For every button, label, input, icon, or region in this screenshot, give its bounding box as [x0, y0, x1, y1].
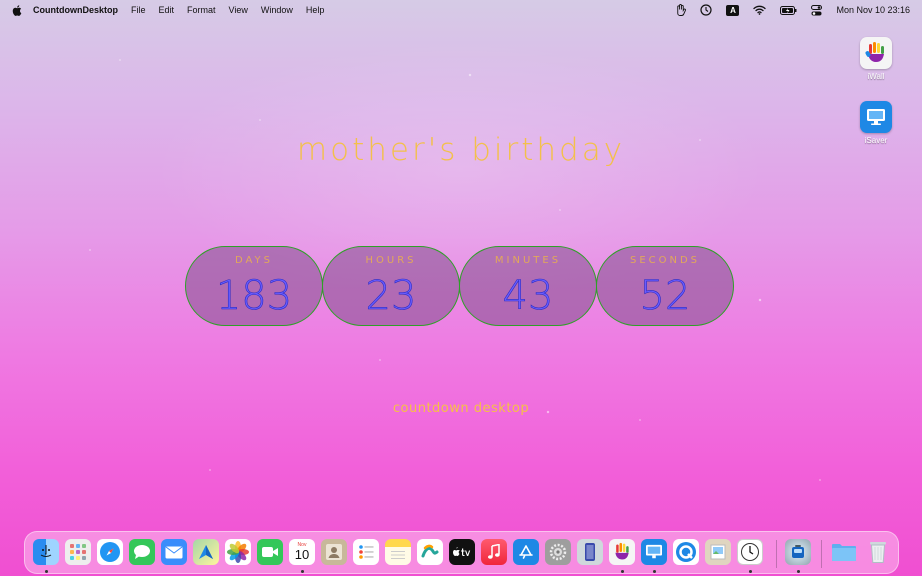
days-label: DAYS: [234, 255, 274, 266]
desktop-icon-iwall[interactable]: iWall: [851, 37, 901, 81]
phone-icon: [585, 543, 595, 561]
dock-reminders[interactable]: [353, 539, 379, 565]
dock-app-store[interactable]: [513, 539, 539, 565]
dock-messages[interactable]: [129, 539, 155, 565]
app-footer-label: countdown desktop: [392, 401, 530, 416]
dock-notes[interactable]: [385, 539, 411, 565]
menu-clock[interactable]: Mon Nov 10 23:16: [836, 5, 910, 15]
dock-photos[interactable]: [225, 539, 251, 565]
contacts-icon: [326, 544, 342, 560]
menu-edit[interactable]: Edit: [159, 5, 175, 15]
launchpad-icon: [70, 544, 86, 560]
dock-iphone-mirroring[interactable]: [577, 539, 603, 565]
dock-facetime[interactable]: [257, 539, 283, 565]
dock-maps[interactable]: [193, 539, 219, 565]
maps-icon: [199, 545, 213, 559]
countdown-seconds: SECONDS 52: [596, 246, 734, 326]
days-value: 183: [215, 273, 293, 320]
countdown-days: DAYS 183: [185, 246, 323, 326]
safari-icon: [100, 542, 120, 562]
dock-launchpad[interactable]: [65, 539, 91, 565]
status-area: A Mon Nov 10 23:16: [675, 0, 910, 20]
menu-format[interactable]: Format: [187, 5, 216, 15]
dock-safari[interactable]: [97, 539, 123, 565]
photos-icon: [227, 541, 249, 563]
gear-icon: [549, 543, 567, 561]
running-indicator: [797, 570, 800, 573]
preview-icon: [710, 544, 726, 560]
dock-contacts[interactable]: [321, 539, 347, 565]
countdown-minutes: MINUTES 43: [459, 246, 597, 326]
reminders-icon: [359, 545, 374, 559]
input-source-icon[interactable]: A: [726, 4, 740, 16]
facetime-icon: [262, 547, 278, 557]
apple-menu-icon[interactable]: [12, 4, 22, 16]
dock-iwall[interactable]: [609, 539, 635, 565]
messages-icon: [134, 545, 150, 559]
music-icon: [488, 544, 500, 559]
dock-separator: [821, 540, 822, 568]
dock-quicktime[interactable]: [673, 539, 699, 565]
monitor-icon: [646, 544, 662, 559]
dock-system-settings[interactable]: [545, 539, 571, 565]
dock-isaver[interactable]: [641, 539, 667, 565]
dock-downloads[interactable]: [831, 539, 857, 565]
notes-icon: [391, 551, 405, 559]
mail-icon: [165, 546, 183, 558]
hand-paint-icon: [615, 542, 629, 560]
running-indicator: [45, 570, 48, 573]
running-indicator: [621, 570, 624, 573]
menu-app-name[interactable]: CountdownDesktop: [33, 5, 118, 15]
running-indicator: [653, 570, 656, 573]
running-indicator: [301, 570, 304, 573]
hours-label: HOURS: [365, 255, 417, 266]
minutes-value: 43: [502, 273, 554, 320]
menu-bar: CountdownDesktop File Edit Format View W…: [0, 0, 922, 20]
countdown-hours: HOURS 23: [322, 246, 460, 326]
dock-clock[interactable]: [737, 539, 763, 565]
dock-music[interactable]: [481, 539, 507, 565]
hours-value: 23: [365, 273, 417, 320]
tv-icon: [453, 547, 471, 556]
menu-window[interactable]: Window: [261, 5, 293, 15]
dock-preview[interactable]: [705, 539, 731, 565]
event-title: mother's birthday: [296, 132, 626, 168]
trash-icon: [870, 542, 886, 563]
dock-freeform[interactable]: [417, 539, 443, 565]
clock-icon: [741, 543, 759, 561]
input-source-letter: A: [726, 4, 740, 16]
wifi-icon[interactable]: [753, 5, 767, 15]
control-center-icon[interactable]: [811, 4, 823, 16]
dock-trash[interactable]: [865, 539, 891, 565]
countdown-app-icon: [792, 545, 804, 558]
battery-icon[interactable]: [780, 5, 797, 15]
dock-separator: [776, 540, 777, 568]
finder-icon: [40, 545, 52, 557]
clock-icon[interactable]: [700, 4, 713, 16]
menu-view[interactable]: View: [229, 5, 248, 15]
minutes-label: MINUTES: [494, 255, 562, 266]
dock-finder[interactable]: [33, 539, 59, 565]
seconds-label: SECONDS: [629, 255, 701, 266]
calendar-day: 10: [294, 547, 310, 562]
quicktime-icon: [676, 542, 696, 562]
folder-icon: [832, 544, 856, 561]
dock-mail[interactable]: [161, 539, 187, 565]
dock-countdowndesktop[interactable]: [785, 539, 811, 565]
dock-tv[interactable]: [449, 539, 475, 565]
menu-help[interactable]: Help: [306, 5, 325, 15]
app-store-icon: [519, 545, 533, 559]
freeform-icon: [421, 544, 439, 558]
dock: Nov 10: [24, 531, 899, 574]
monitor-icon: [860, 101, 892, 133]
desktop-icon-iwall-label: iWall: [867, 72, 885, 81]
menu-file[interactable]: File: [131, 5, 146, 15]
hand-icon[interactable]: [675, 4, 687, 16]
hand-paint-icon: [860, 37, 892, 69]
running-indicator: [749, 570, 752, 573]
seconds-value: 52: [639, 273, 691, 320]
dock-calendar[interactable]: Nov 10: [289, 539, 315, 565]
